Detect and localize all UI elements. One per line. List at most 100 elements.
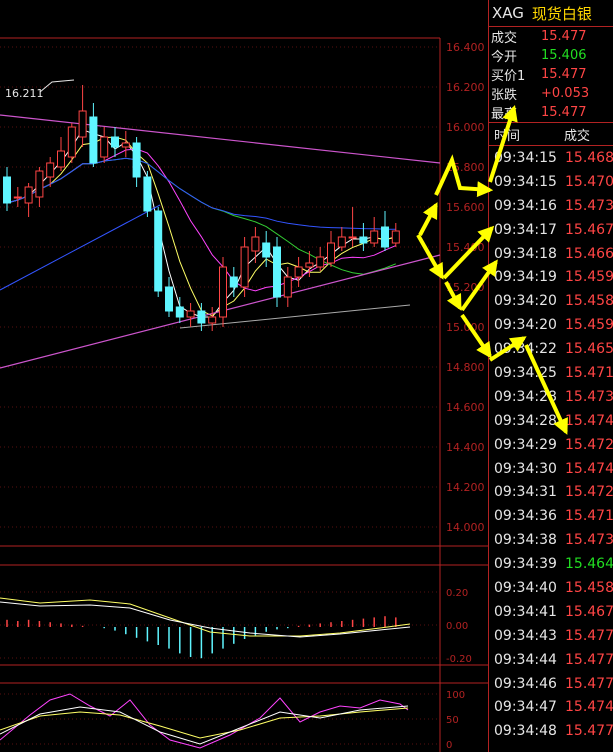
quote-row: 买价1 15.477 [489, 65, 613, 84]
price-axis-label: 15.400 [446, 241, 485, 254]
tick-time: 09:34:40 [494, 579, 557, 596]
candle [13, 187, 22, 207]
candle [3, 167, 11, 211]
tick-row: 09:34:22 15.465 [489, 337, 613, 361]
ma-line [6, 148, 396, 292]
candle [35, 167, 44, 207]
symbol-name: 现货白银 [531, 4, 592, 23]
tick-time: 09:34:31 [494, 484, 557, 501]
macd-axis-label: -0.20 [446, 654, 472, 665]
tick-list[interactable]: 09:34:15 15.468 09:34:15 15.470 09:34:16 15.4… [489, 146, 613, 743]
tick-price: 15.473 [565, 197, 613, 214]
candle [283, 267, 292, 307]
price-axis-label: 14.600 [446, 401, 485, 414]
candle [391, 223, 400, 247]
quote-row: 最高 15.477 [489, 103, 613, 122]
tick-row: 09:34:20 15.459 [489, 313, 613, 337]
tick-time: 09:34:47 [494, 699, 557, 716]
candle [121, 131, 130, 157]
trend-line [0, 114, 441, 164]
price-axis-label: 14.000 [446, 521, 485, 534]
tick-time: 09:34:16 [494, 197, 557, 214]
candle [273, 237, 281, 307]
tick-row: 09:34:41 15.467 [489, 600, 613, 624]
candle [294, 257, 303, 287]
candle [327, 231, 335, 267]
quote-value: +0.053 [541, 86, 590, 101]
candle [370, 217, 379, 247]
tick-time: 09:34:48 [494, 723, 557, 740]
candle [111, 127, 119, 157]
tick-row: 09:34:38 15.473 [489, 528, 613, 552]
tick-price: 15.468 [565, 149, 613, 166]
tick-row: 09:34:17 15.467 [489, 218, 613, 242]
quote-row: 今开 15.406 [489, 46, 613, 65]
tick-row: 09:34:47 15.474 [489, 695, 613, 719]
tick-row: 09:34:44 15.477 [489, 648, 613, 672]
quote-value: 15.477 [541, 67, 587, 82]
quote-value: 15.477 [541, 105, 587, 120]
candle [186, 303, 195, 327]
candle [67, 123, 76, 163]
tick-price: 15.474 [565, 412, 613, 429]
quote-panel: XAG 现货白银 成交 15.477 今开 15.406 买价1 15.477 张跌 +0.0… [488, 0, 613, 752]
quote-label: 成交 [491, 31, 518, 46]
price-axis-label: 15.600 [446, 201, 485, 214]
candle [89, 103, 98, 167]
tick-table-header: 时间 成交 [489, 123, 613, 145]
ma-line [6, 129, 396, 318]
kdj-k-line [0, 705, 409, 745]
tick-time: 09:34:28 [494, 388, 557, 405]
tick-time: 09:34:41 [494, 603, 557, 620]
high-price-label: 16.211 [5, 87, 44, 100]
tick-price: 15.471 [565, 364, 613, 381]
tick-row: 09:34:39 15.464 [489, 552, 613, 576]
kdj-j-line [0, 693, 409, 749]
kdj-axis-label: 100 [446, 690, 465, 701]
tick-row: 09:34:15 15.468 [489, 146, 613, 170]
price-axis-label: 16.000 [446, 121, 485, 134]
kdj-axis-label: 0 [446, 740, 452, 751]
tick-row: 09:34:48 15.477 [489, 719, 613, 743]
kline-chart[interactable]: 16.400 16.200 16.000 15.800 15.600 15.400 15.2… [0, 0, 488, 752]
tick-time: 09:34:20 [494, 317, 557, 334]
candle [24, 183, 33, 217]
tick-price: 15.477 [565, 675, 613, 692]
tick-row: 09:34:43 15.477 [489, 624, 613, 648]
price-axis-label: 16.200 [446, 81, 485, 94]
symbol-code: XAG [492, 4, 524, 22]
tick-price: 15.459 [565, 269, 613, 286]
tick-price: 15.458 [565, 293, 613, 310]
tick-row: 09:34:36 15.471 [489, 504, 613, 528]
tick-row: 09:34:16 15.473 [489, 194, 613, 218]
tick-time: 09:34:38 [494, 532, 557, 549]
tick-time: 09:34:43 [494, 627, 557, 644]
tick-price: 15.459 [565, 317, 613, 334]
quote-list: 成交 15.477 今开 15.406 买价1 15.477 张跌 +0.053 最高 15.47… [489, 27, 613, 122]
deal-column-header: 成交 [564, 128, 591, 144]
candle [197, 303, 206, 331]
ma-line [0, 204, 161, 291]
tick-row: 09:34:29 15.472 [489, 433, 613, 457]
kdj-axis-label: 50 [446, 715, 459, 726]
quote-label: 买价1 [491, 69, 526, 84]
tick-row: 09:34:19 15.459 [489, 265, 613, 289]
tick-row: 09:34:46 15.477 [489, 672, 613, 696]
tick-price: 15.471 [565, 508, 613, 525]
candle [143, 171, 152, 217]
tick-price: 15.473 [565, 532, 613, 549]
symbol-header: XAG 现货白银 [489, 0, 613, 27]
tick-time: 09:34:20 [494, 293, 557, 310]
tick-row: 09:34:25 15.471 [489, 361, 613, 385]
price-axis-label: 15.200 [446, 281, 485, 294]
macd-axis-label: 0.20 [446, 588, 468, 599]
price-axis-label: 15.000 [446, 321, 485, 334]
candle [337, 227, 346, 251]
price-axis-label: 14.400 [446, 441, 485, 454]
tick-time: 09:34:25 [494, 364, 557, 381]
tick-price: 15.472 [565, 484, 613, 501]
tick-row: 09:34:40 15.458 [489, 576, 613, 600]
quote-row: 成交 15.477 [489, 27, 613, 46]
tick-price: 15.467 [565, 603, 613, 620]
tick-row: 09:34:31 15.472 [489, 480, 613, 504]
